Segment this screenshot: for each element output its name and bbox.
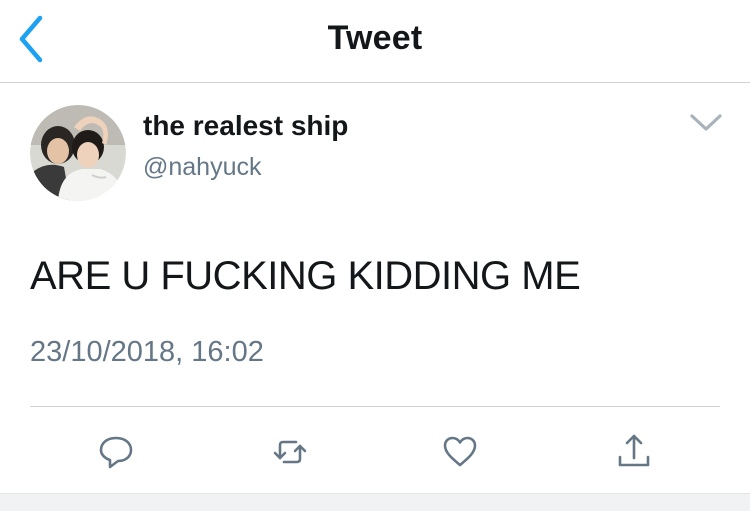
avatar[interactable] — [30, 105, 126, 201]
navigation-bar: Tweet — [0, 0, 750, 83]
tweet-timestamp: 23/10/2018, 16:02 — [30, 336, 264, 368]
chevron-down-icon — [690, 114, 722, 131]
bottom-bar — [0, 493, 750, 511]
retweet-icon — [273, 440, 307, 464]
divider — [30, 406, 720, 407]
like-button[interactable] — [438, 430, 482, 474]
user-handle[interactable]: @nahyuck — [143, 153, 262, 182]
reply-icon — [99, 436, 133, 469]
display-name[interactable]: the realest ship — [143, 110, 348, 142]
share-icon — [618, 434, 650, 467]
like-icon — [443, 436, 477, 467]
more-options-button[interactable] — [684, 104, 728, 140]
share-button[interactable] — [612, 430, 656, 474]
tweet-detail-screen: Tweet the realest ship @nahyuck ARE U FU… — [0, 0, 750, 511]
retweet-button[interactable] — [268, 430, 312, 474]
tweet-text: ARE U FUCKING KIDDING ME — [30, 254, 581, 298]
avatar-photo — [30, 105, 126, 201]
page-title: Tweet — [327, 19, 423, 57]
reply-button[interactable] — [94, 430, 138, 474]
